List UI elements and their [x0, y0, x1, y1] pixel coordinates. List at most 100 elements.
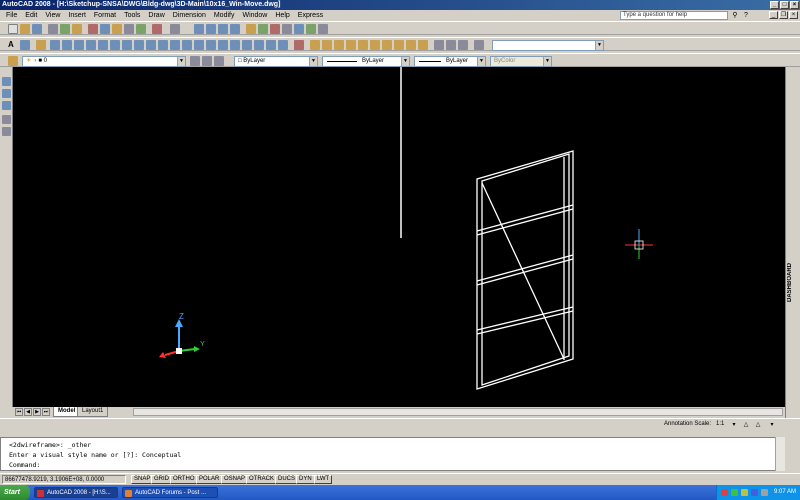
- snap-toggle[interactable]: SNAP: [131, 475, 154, 484]
- linear-dim-icon[interactable]: [50, 40, 60, 50]
- doc-minimize-button[interactable]: _: [769, 11, 778, 19]
- tray-icon-5[interactable]: [761, 489, 768, 496]
- color-combo[interactable]: □ ByLayer ▼: [234, 56, 318, 67]
- redo-icon[interactable]: [170, 24, 180, 34]
- menu-window[interactable]: Window: [238, 10, 271, 21]
- publish-icon[interactable]: [72, 24, 82, 34]
- next-tab-icon[interactable]: ▶: [33, 408, 41, 416]
- inspection-icon[interactable]: [230, 40, 240, 50]
- drawing-area[interactable]: Z Y: [13, 67, 785, 407]
- view-back-icon[interactable]: [370, 40, 380, 50]
- cut-icon[interactable]: [88, 24, 98, 34]
- menu-edit[interactable]: Edit: [21, 10, 41, 21]
- lwt-toggle[interactable]: LWT: [314, 475, 333, 484]
- plot-icon[interactable]: [48, 24, 58, 34]
- view-left-icon[interactable]: [334, 40, 344, 50]
- start-button[interactable]: Start: [0, 485, 30, 500]
- plot-preview-icon[interactable]: [60, 24, 70, 34]
- ordinate-dim-icon[interactable]: [86, 40, 96, 50]
- zoom-window-icon[interactable]: [218, 24, 228, 34]
- linetype-combo[interactable]: ByLayer ▼: [322, 56, 410, 67]
- menu-modify[interactable]: Modify: [210, 10, 239, 21]
- layer-states-icon[interactable]: [214, 56, 224, 66]
- radius-dim-icon[interactable]: [98, 40, 108, 50]
- view-sw-iso-icon[interactable]: [382, 40, 392, 50]
- new-icon[interactable]: [8, 24, 18, 34]
- tab-layout1[interactable]: Layout1: [77, 407, 109, 417]
- continue-dim-icon[interactable]: [170, 40, 180, 50]
- clock[interactable]: 9:07 AM: [774, 485, 796, 500]
- lineweight-combo[interactable]: ByLayer ▼: [414, 56, 486, 67]
- annotation-dropdown-icon[interactable]: ▾: [730, 421, 738, 429]
- menu-draw[interactable]: Draw: [144, 10, 168, 21]
- dim-style-control-icon[interactable]: [294, 40, 304, 50]
- close-button[interactable]: ×: [790, 1, 799, 9]
- quickcalc-icon[interactable]: [306, 24, 316, 34]
- diameter-dim-icon[interactable]: [122, 40, 132, 50]
- tray-icon-1[interactable]: [721, 489, 728, 496]
- dim-break-icon[interactable]: [194, 40, 204, 50]
- dim-text-edit-icon[interactable]: [266, 40, 276, 50]
- menu-view[interactable]: View: [41, 10, 64, 21]
- layer-combo[interactable]: ☀ ◑ ■ 0 ▼: [22, 56, 186, 67]
- view-bottom-icon[interactable]: [322, 40, 332, 50]
- help-search-input[interactable]: Type a question for help: [620, 11, 728, 20]
- plotstyle-combo[interactable]: ByColor ▼: [490, 56, 552, 67]
- view-right-icon[interactable]: [346, 40, 356, 50]
- zoom-previous-icon[interactable]: [230, 24, 240, 34]
- view-nw-iso-icon[interactable]: [418, 40, 428, 50]
- command-window[interactable]: <2dwireframe>: _other Enter a visual sty…: [0, 437, 785, 471]
- maximize-button[interactable]: □: [780, 1, 789, 9]
- center-mark-icon[interactable]: [218, 40, 228, 50]
- angular-dim-icon[interactable]: [134, 40, 144, 50]
- osnap-toggle[interactable]: OSNAP: [221, 475, 249, 484]
- layer-previous-icon[interactable]: [202, 56, 212, 66]
- task-browser[interactable]: AutoCAD Forums - Post ...: [122, 487, 218, 498]
- layer-manager-icon[interactable]: [8, 56, 18, 66]
- minimize-button[interactable]: _: [770, 1, 779, 9]
- menu-insert[interactable]: Insert: [64, 10, 90, 21]
- dim-space-icon[interactable]: [182, 40, 192, 50]
- dashboard-panel[interactable]: [785, 67, 800, 418]
- save-icon[interactable]: [32, 24, 42, 34]
- copy-icon[interactable]: [100, 24, 110, 34]
- mtext-icon[interactable]: [20, 40, 30, 50]
- tray-icon-2[interactable]: [731, 489, 738, 496]
- quick-dim-icon[interactable]: [146, 40, 156, 50]
- doc-restore-button[interactable]: ❐: [779, 11, 788, 19]
- doc-close-button[interactable]: ×: [789, 11, 798, 19]
- task-autocad[interactable]: AutoCAD 2008 - [H:\S...: [34, 487, 118, 498]
- modify-tool-icon-4[interactable]: [2, 115, 11, 124]
- dyn-toggle[interactable]: DYN: [296, 475, 315, 484]
- search-icon[interactable]: ⚲: [730, 11, 740, 20]
- prev-tab-icon[interactable]: ◀: [24, 408, 32, 416]
- paste-icon[interactable]: [112, 24, 122, 34]
- grid-toggle[interactable]: GRID: [151, 475, 172, 484]
- help-toolbar-icon[interactable]: [318, 24, 328, 34]
- sheet-set-icon[interactable]: [282, 24, 292, 34]
- menu-format[interactable]: Format: [90, 10, 120, 21]
- modify-tool-icon-3[interactable]: [2, 101, 11, 110]
- markup-icon[interactable]: [294, 24, 304, 34]
- open-icon[interactable]: [20, 24, 30, 34]
- menu-dimension[interactable]: Dimension: [169, 10, 210, 21]
- annotation-scale-value[interactable]: 1:1: [716, 421, 724, 427]
- properties-icon[interactable]: [246, 24, 256, 34]
- baseline-dim-icon[interactable]: [158, 40, 168, 50]
- undo-icon[interactable]: [152, 24, 162, 34]
- modify-tool-icon-2[interactable]: [2, 89, 11, 98]
- horizontal-scrollbar[interactable]: [133, 408, 783, 416]
- polar-toggle[interactable]: POLAR: [196, 475, 223, 484]
- jogged-linear-icon[interactable]: [242, 40, 252, 50]
- coordinates-display[interactable]: 86677478.9219, 3.1906E+08, 0.0000: [2, 475, 126, 484]
- menu-file[interactable]: File: [2, 10, 21, 21]
- visual-style-hidden-icon[interactable]: [458, 40, 468, 50]
- design-center-icon[interactable]: [258, 24, 268, 34]
- zoom-realtime-icon[interactable]: [206, 24, 216, 34]
- visual-style-3d-icon[interactable]: [446, 40, 456, 50]
- view-se-iso-icon[interactable]: [394, 40, 404, 50]
- modify-tool-icon-1[interactable]: [2, 77, 11, 86]
- modify-tool-icon-5[interactable]: [2, 127, 11, 136]
- arc-dim-icon[interactable]: [74, 40, 84, 50]
- dim-update-icon[interactable]: [278, 40, 288, 50]
